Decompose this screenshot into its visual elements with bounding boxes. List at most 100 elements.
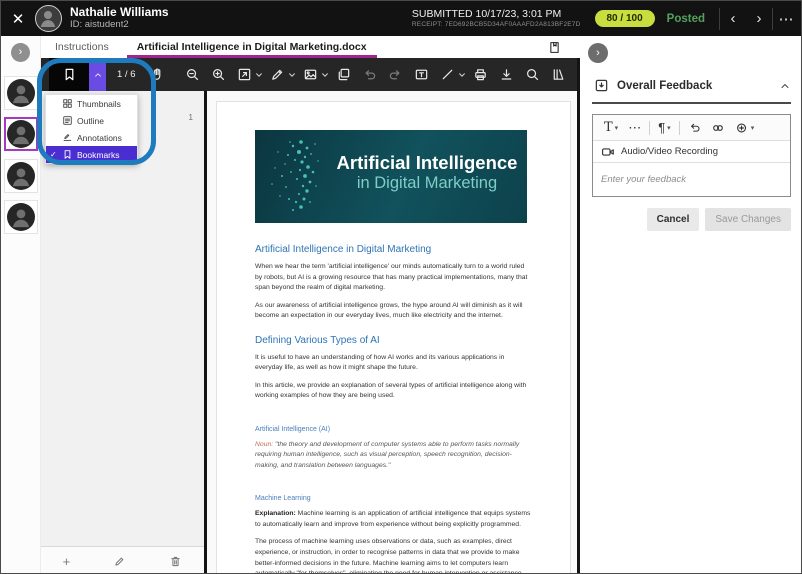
feedback-input[interactable]: Enter your feedback [593,163,790,196]
status-badge: Posted [667,13,705,25]
student-list-item[interactable] [4,159,38,193]
menu-item-annotations[interactable]: Annotations [46,129,137,146]
audio-video-recording-label: Audio/Video Recording [621,146,718,157]
pen-options-chevron-icon[interactable] [288,71,296,79]
fit-options-chevron-icon[interactable] [255,71,263,79]
feedback-placeholder: Enter your feedback [601,174,686,185]
undo-icon[interactable] [362,67,377,82]
audio-video-recording-button[interactable]: Audio/Video Recording [593,141,790,163]
zoom-in-icon[interactable] [211,67,226,82]
submission-meta: SUBMITTED 10/17/23, 3:01 PM RECEIPT: 7ED… [412,8,581,28]
student-name: Nathalie Williams [70,6,169,20]
delete-trash-icon[interactable] [169,555,182,568]
banner-title-line1: Artificial Intelligence [333,152,521,174]
doc-subheading: Machine Learning [255,495,532,502]
draw-line-icon[interactable] [440,67,455,82]
editor-toolbar: T▾ ⋯ ¶▾ ▾ [593,115,790,141]
menu-item-label: Annotations [77,133,122,143]
student-list-item[interactable] [4,76,38,110]
edit-pencil-icon[interactable] [113,555,126,568]
document-page: Artificial Intelligence in Digital Marke… [216,101,571,574]
text-style-glyph: T [604,120,613,135]
student-list-rail: › [1,36,41,574]
top-bar: ✕ Nathalie Williams ID: aistudent2 SUBMI… [1,1,802,36]
tab-submission-file[interactable]: Artificial Intelligence in Digital Marke… [123,36,381,58]
annotations-icon [62,132,73,143]
cancel-button[interactable]: Cancel [647,208,700,231]
undo-icon[interactable] [688,121,701,134]
redo-icon[interactable] [388,67,403,82]
menu-item-bookmarks[interactable]: ✓ Bookmarks [46,146,137,163]
insert-content-button[interactable]: ▾ [735,121,755,135]
student-list-item[interactable] [4,200,38,234]
duplicate-pages-icon[interactable] [336,67,351,82]
save-changes-button[interactable]: Save Changes [705,208,791,231]
divider [679,121,680,135]
expand-student-list-button[interactable]: › [11,43,30,62]
tab-instructions[interactable]: Instructions [41,36,123,58]
fit-to-screen-icon[interactable] [237,67,252,82]
feedback-editor: T▾ ⋯ ¶▾ ▾ Audio/Video Recording [592,114,791,197]
search-icon[interactable] [525,67,540,82]
student-list-item-selected[interactable] [4,117,38,151]
panel-view-dropdown: Thumbnails Outline Annotations ✓ Bookmar… [45,94,138,164]
annotation-pen-icon[interactable] [270,67,285,82]
doc-paragraph: When we hear the term 'artificial intell… [255,262,532,294]
divider [592,102,791,104]
panel-menu-chevron-up-icon[interactable] [89,58,106,91]
menu-item-thumbnails[interactable]: Thumbnails [46,95,137,112]
document-body: Artificial Intelligence in Digital Marke… [217,244,570,574]
student-avatar [35,5,62,32]
close-icon[interactable]: ✕ [1,1,35,36]
grading-view: ✕ Nathalie Williams ID: aistudent2 SUBMI… [0,0,802,574]
paragraph-style-button[interactable]: ¶▾ [658,120,671,135]
insert-image-icon[interactable] [303,67,318,82]
check-icon: ✓ [50,150,57,159]
feedback-panel: › Overall Feedback T▾ ⋯ ¶▾ [580,36,802,574]
menu-item-label: Outline [77,116,104,126]
text-style-button[interactable]: T▾ [604,120,618,135]
document-banner-image: Artificial Intelligence in Digital Marke… [255,130,527,223]
add-icon[interactable]: + [63,554,71,569]
collapse-section-chevron-icon[interactable] [779,80,791,92]
image-options-chevron-icon[interactable] [321,71,329,79]
pan-hand-icon[interactable] [150,67,165,82]
collapse-panel-button[interactable]: › [588,43,608,63]
feedback-actions: Cancel Save Changes [647,208,791,231]
document-viewer[interactable]: Artificial Intelligence in Digital Marke… [207,91,577,574]
doc-paragraph: As our awareness of artificial intellige… [255,301,532,322]
download-icon[interactable] [499,67,514,82]
more-menu-icon[interactable]: ⋯ [773,5,799,33]
line-options-chevron-icon[interactable] [458,71,466,79]
video-camera-icon [601,145,615,159]
doc-paragraph: The process of machine learning uses obs… [255,537,532,574]
submission-tabs: Instructions Artificial Intelligence in … [41,36,579,58]
divider [649,121,650,135]
bookmarks-icon[interactable] [49,58,89,91]
side-panel-footer: + [41,546,204,574]
zoom-out-icon[interactable] [185,67,200,82]
chevron-down-icon: ▾ [615,124,619,132]
grade-pill[interactable]: 80 / 100 [595,10,655,27]
doc-paragraph: It is useful to have an understanding of… [255,353,532,374]
page-bookmark-icon[interactable] [548,41,561,54]
outline-icon [62,115,73,126]
print-icon[interactable] [473,67,488,82]
next-student-button[interactable]: › [746,5,772,33]
feedback-icon [594,78,609,93]
more-options-button[interactable]: ⋯ [628,120,641,136]
top-bar-right: SUBMITTED 10/17/23, 3:01 PM RECEIPT: 7ED… [412,5,802,33]
student-info: Nathalie Williams ID: aistudent2 [70,6,169,31]
viewer-toolbar: 1 / 6 [41,58,579,91]
doc-paragraph: Explanation: Machine learning is an appl… [255,509,532,530]
person-icon [7,203,35,231]
doc-subheading: Artificial Intelligence (AI) [255,426,532,433]
person-icon [7,120,35,148]
doc-heading-2: Defining Various Types of AI [255,335,532,346]
content-library-icon[interactable] [551,67,566,82]
banner-title-line2: in Digital Marketing [333,174,521,194]
menu-item-outline[interactable]: Outline [46,112,137,129]
previous-student-button[interactable]: ‹ [720,5,746,33]
insert-link-icon[interactable] [711,121,725,135]
text-box-icon[interactable] [414,67,429,82]
